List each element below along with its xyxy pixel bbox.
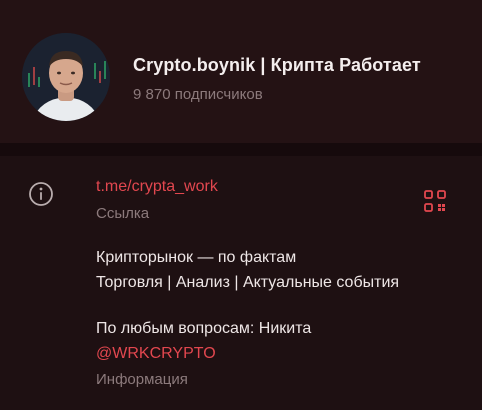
description-line: Крипторынок — по фактам bbox=[96, 249, 297, 266]
info-circle-icon bbox=[28, 181, 54, 207]
info-caption: Информация bbox=[96, 371, 188, 388]
link-caption: Ссылка bbox=[96, 205, 150, 222]
description-line: Торговля | Анализ | Актуальные события bbox=[96, 274, 400, 291]
channel-name: Crypto.boynik | Крипта Работает bbox=[133, 55, 421, 75]
subscriber-count: 9 870 подписчиков bbox=[133, 86, 263, 103]
qr-code-icon[interactable] bbox=[424, 190, 446, 212]
channel-link[interactable]: t.me/crypta_work bbox=[96, 178, 218, 196]
contact-mention-link[interactable]: @WRKCRYPTO bbox=[96, 345, 216, 363]
section-divider bbox=[0, 143, 482, 156]
avatar[interactable] bbox=[22, 33, 110, 121]
description-line: По любым вопросам: Никита bbox=[96, 320, 312, 337]
